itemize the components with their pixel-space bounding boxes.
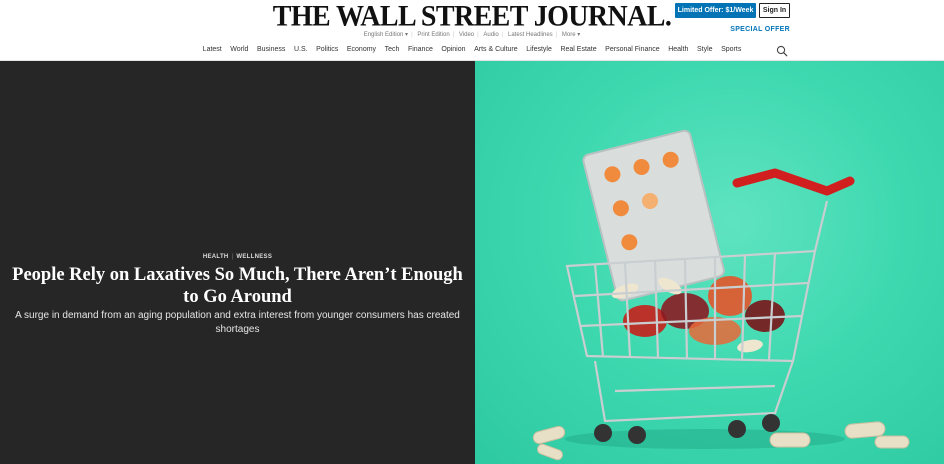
article-kicker: HEALTH | WELLNESS (202, 254, 273, 260)
edition-link-video[interactable]: Video (456, 32, 477, 38)
edition-link-print[interactable]: Print Edition (414, 32, 452, 38)
edition-link-audio[interactable]: Audio (480, 32, 501, 38)
nav-item-world[interactable]: World (227, 46, 252, 53)
main-nav: Latest World Business U.S. Politics Econ… (0, 46, 944, 53)
nav-item-personal-finance[interactable]: Personal Finance (602, 46, 663, 53)
nav-item-style[interactable]: Style (694, 46, 716, 53)
article-dek: A surge in demand from an aging populati… (15, 310, 460, 335)
nav-item-finance[interactable]: Finance (405, 46, 437, 53)
nav-item-politics[interactable]: Politics (313, 46, 342, 53)
site-header: THE WALL STREET JOURNAL. English Edition… (0, 0, 944, 61)
nav-item-us[interactable]: U.S. (291, 46, 311, 53)
nav-item-lifestyle[interactable]: Lifestyle (523, 46, 555, 53)
limited-offer-button[interactable]: Limited Offer: $1/Week (675, 3, 756, 18)
kicker-wellness[interactable]: WELLNESS (236, 254, 272, 260)
sign-in-button[interactable]: Sign In (759, 3, 790, 18)
kicker-health[interactable]: HEALTH (203, 254, 229, 260)
edition-link-english[interactable]: English Edition ▾ (361, 31, 411, 38)
hero-image[interactable] (475, 61, 944, 464)
special-offer-link[interactable]: SPECIAL OFFER (730, 26, 790, 33)
nav-item-health[interactable]: Health (665, 46, 692, 53)
nav-item-business[interactable]: Business (254, 46, 289, 53)
edition-link-latest-headlines[interactable]: Latest Headlines (505, 32, 556, 38)
nav-item-economy[interactable]: Economy (344, 46, 380, 53)
nav-item-tech[interactable]: Tech (381, 46, 402, 53)
nav-item-sports[interactable]: Sports (718, 46, 745, 53)
edition-bar: English Edition ▾ | Print Edition | Video |… (0, 31, 944, 38)
nav-item-real-estate[interactable]: Real Estate (557, 46, 600, 53)
hero-text-panel (0, 61, 475, 464)
edition-link-more[interactable]: More ▾ (559, 31, 583, 38)
nav-item-latest[interactable]: Latest (199, 46, 225, 53)
article-headline[interactable]: People Rely on Laxatives So Much, There … (10, 264, 465, 308)
nav-item-opinion[interactable]: Opinion (438, 46, 469, 53)
search-icon[interactable] (776, 45, 788, 57)
nav-item-arts-culture[interactable]: Arts & Culture (471, 46, 521, 53)
masthead-logo[interactable]: THE WALL STREET JOURNAL. (0, 0, 944, 34)
